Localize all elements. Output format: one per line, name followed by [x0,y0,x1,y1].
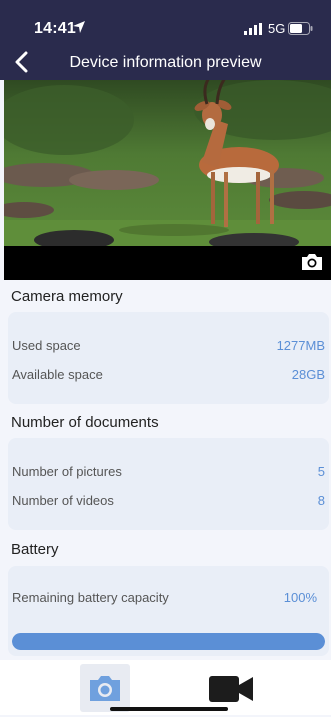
battery-icon [288,22,313,35]
camera-memory-card: Used space 1277MB Available space 28GB [8,312,329,404]
videos-label: Number of videos [12,493,114,508]
app-header: 14:41 5G Device information preview [0,0,331,80]
battery-remaining-label: Remaining battery capacity [12,590,169,605]
video-camera-icon[interactable] [207,672,257,706]
preview-image [4,80,331,246]
battery-title: Battery [11,541,59,558]
documents-title: Number of documents [11,414,159,431]
used-space-value: 1277MB [276,338,325,353]
camera-icon[interactable] [300,252,324,272]
battery-progress-fill [12,633,325,650]
network-type: 5G [268,21,286,36]
location-arrow-icon [73,21,85,33]
pictures-value: 5 [317,464,325,479]
battery-progress-bar [12,633,325,650]
status-time: 14:41 [34,20,76,37]
camera-memory-title: Camera memory [11,288,123,305]
home-indicator [110,707,228,711]
pictures-label: Number of pictures [12,464,122,479]
tab-photos[interactable] [80,664,130,712]
available-space-label: Available space [12,367,103,382]
photo-camera-icon [90,676,120,701]
nav-bar: Device information preview [0,44,331,80]
available-space-value: 28GB [291,367,325,382]
preview-toolbar [4,246,331,280]
videos-value: 8 [317,493,325,508]
camera-preview [4,80,331,280]
page-title: Device information preview [69,54,262,71]
used-space-label: Used space [12,338,81,353]
battery-remaining-value: 100% [283,590,317,605]
documents-card: Number of pictures 5 Number of videos 8 [8,438,329,530]
signal-icon [244,23,262,35]
status-bar: 14:41 5G [0,0,331,44]
